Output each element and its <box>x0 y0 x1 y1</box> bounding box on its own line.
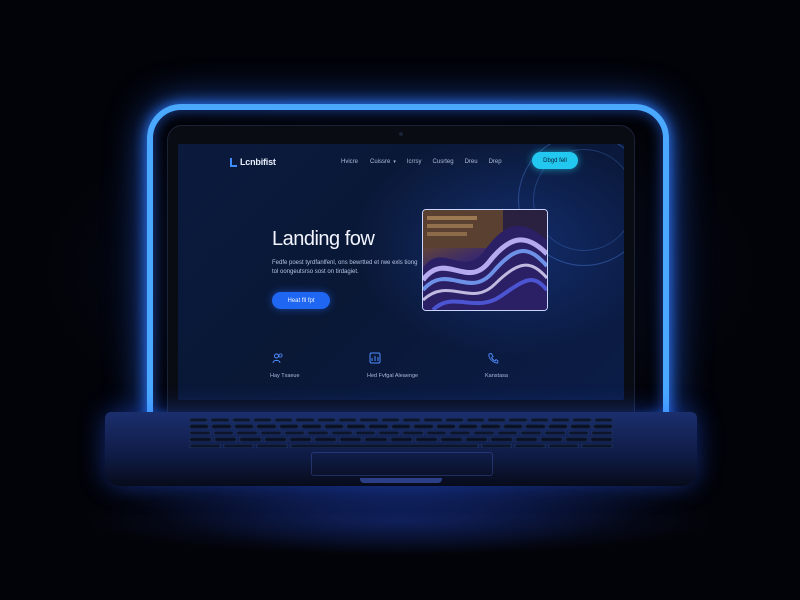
lid-notch <box>360 478 442 483</box>
feature-1-label: Hay Txaeue <box>270 373 300 379</box>
hero-title: Landing fow <box>272 228 375 250</box>
keyboard <box>189 418 614 449</box>
logo[interactable]: Lcnbifist <box>230 157 276 167</box>
laptop-base <box>105 412 697 486</box>
keyboard-row <box>189 437 614 442</box>
keyboard-row <box>189 424 614 429</box>
trackpad <box>311 452 493 476</box>
hero-cta-button[interactable]: Heat fll fpt <box>272 292 330 309</box>
laptop-lid: Lcnbifist Hvicre Cuissre ▾ Icrrsy Cusrteg… <box>168 126 634 416</box>
chevron-down-icon: ▾ <box>393 159 396 165</box>
keyboard-row <box>189 430 614 436</box>
hero-image <box>422 209 548 311</box>
users-icon <box>272 353 283 364</box>
feature-2: Hed Fvfgal Aleaenge <box>367 352 418 379</box>
feature-2-label: Hed Fvfgal Aleaenge <box>367 373 419 379</box>
laptop-screen: Lcnbifist Hvicre Cuissre ▾ Icrrsy Cusrteg… <box>178 144 624 400</box>
nav-link-2[interactable]: Cuissre ▾ <box>370 159 396 165</box>
top-nav: Lcnbifist Hvicre Cuissre ▾ Icrrsy Cusrteg… <box>178 144 624 180</box>
logo-text: Lcnbifist <box>240 157 276 167</box>
keyboard-row <box>189 443 613 449</box>
feature-3: Kanstasa <box>485 352 508 379</box>
logo-icon <box>230 157 237 167</box>
hero-body: Fedfe poest tyrdfanlfenl, ons bewrtted e… <box>272 260 418 275</box>
nav-cta-button[interactable]: Dbgd fell <box>532 152 578 169</box>
camera-icon <box>399 132 403 136</box>
feature-1: Hay Txaeue <box>270 352 300 379</box>
abstract-wave-image <box>423 210 547 310</box>
keyboard-row <box>189 418 613 423</box>
nav-link-6[interactable]: Drep <box>489 159 502 165</box>
chart-icon <box>369 352 381 364</box>
feature-3-label: Kanstasa <box>485 373 508 379</box>
phone-icon <box>488 352 499 364</box>
nav-link-5[interactable]: Dreu <box>465 159 478 165</box>
nav-link-1[interactable]: Hvicre <box>341 159 358 165</box>
nav-link-2-label: Cuissre <box>370 159 391 165</box>
floor-glow <box>80 486 720 556</box>
nav-link-4[interactable]: Cusrteg <box>433 159 454 165</box>
nav-links: Hvicre Cuissre ▾ Icrrsy Cusrteg Dreu Drep <box>341 159 502 165</box>
nav-link-3[interactable]: Icrrsy <box>407 159 422 165</box>
